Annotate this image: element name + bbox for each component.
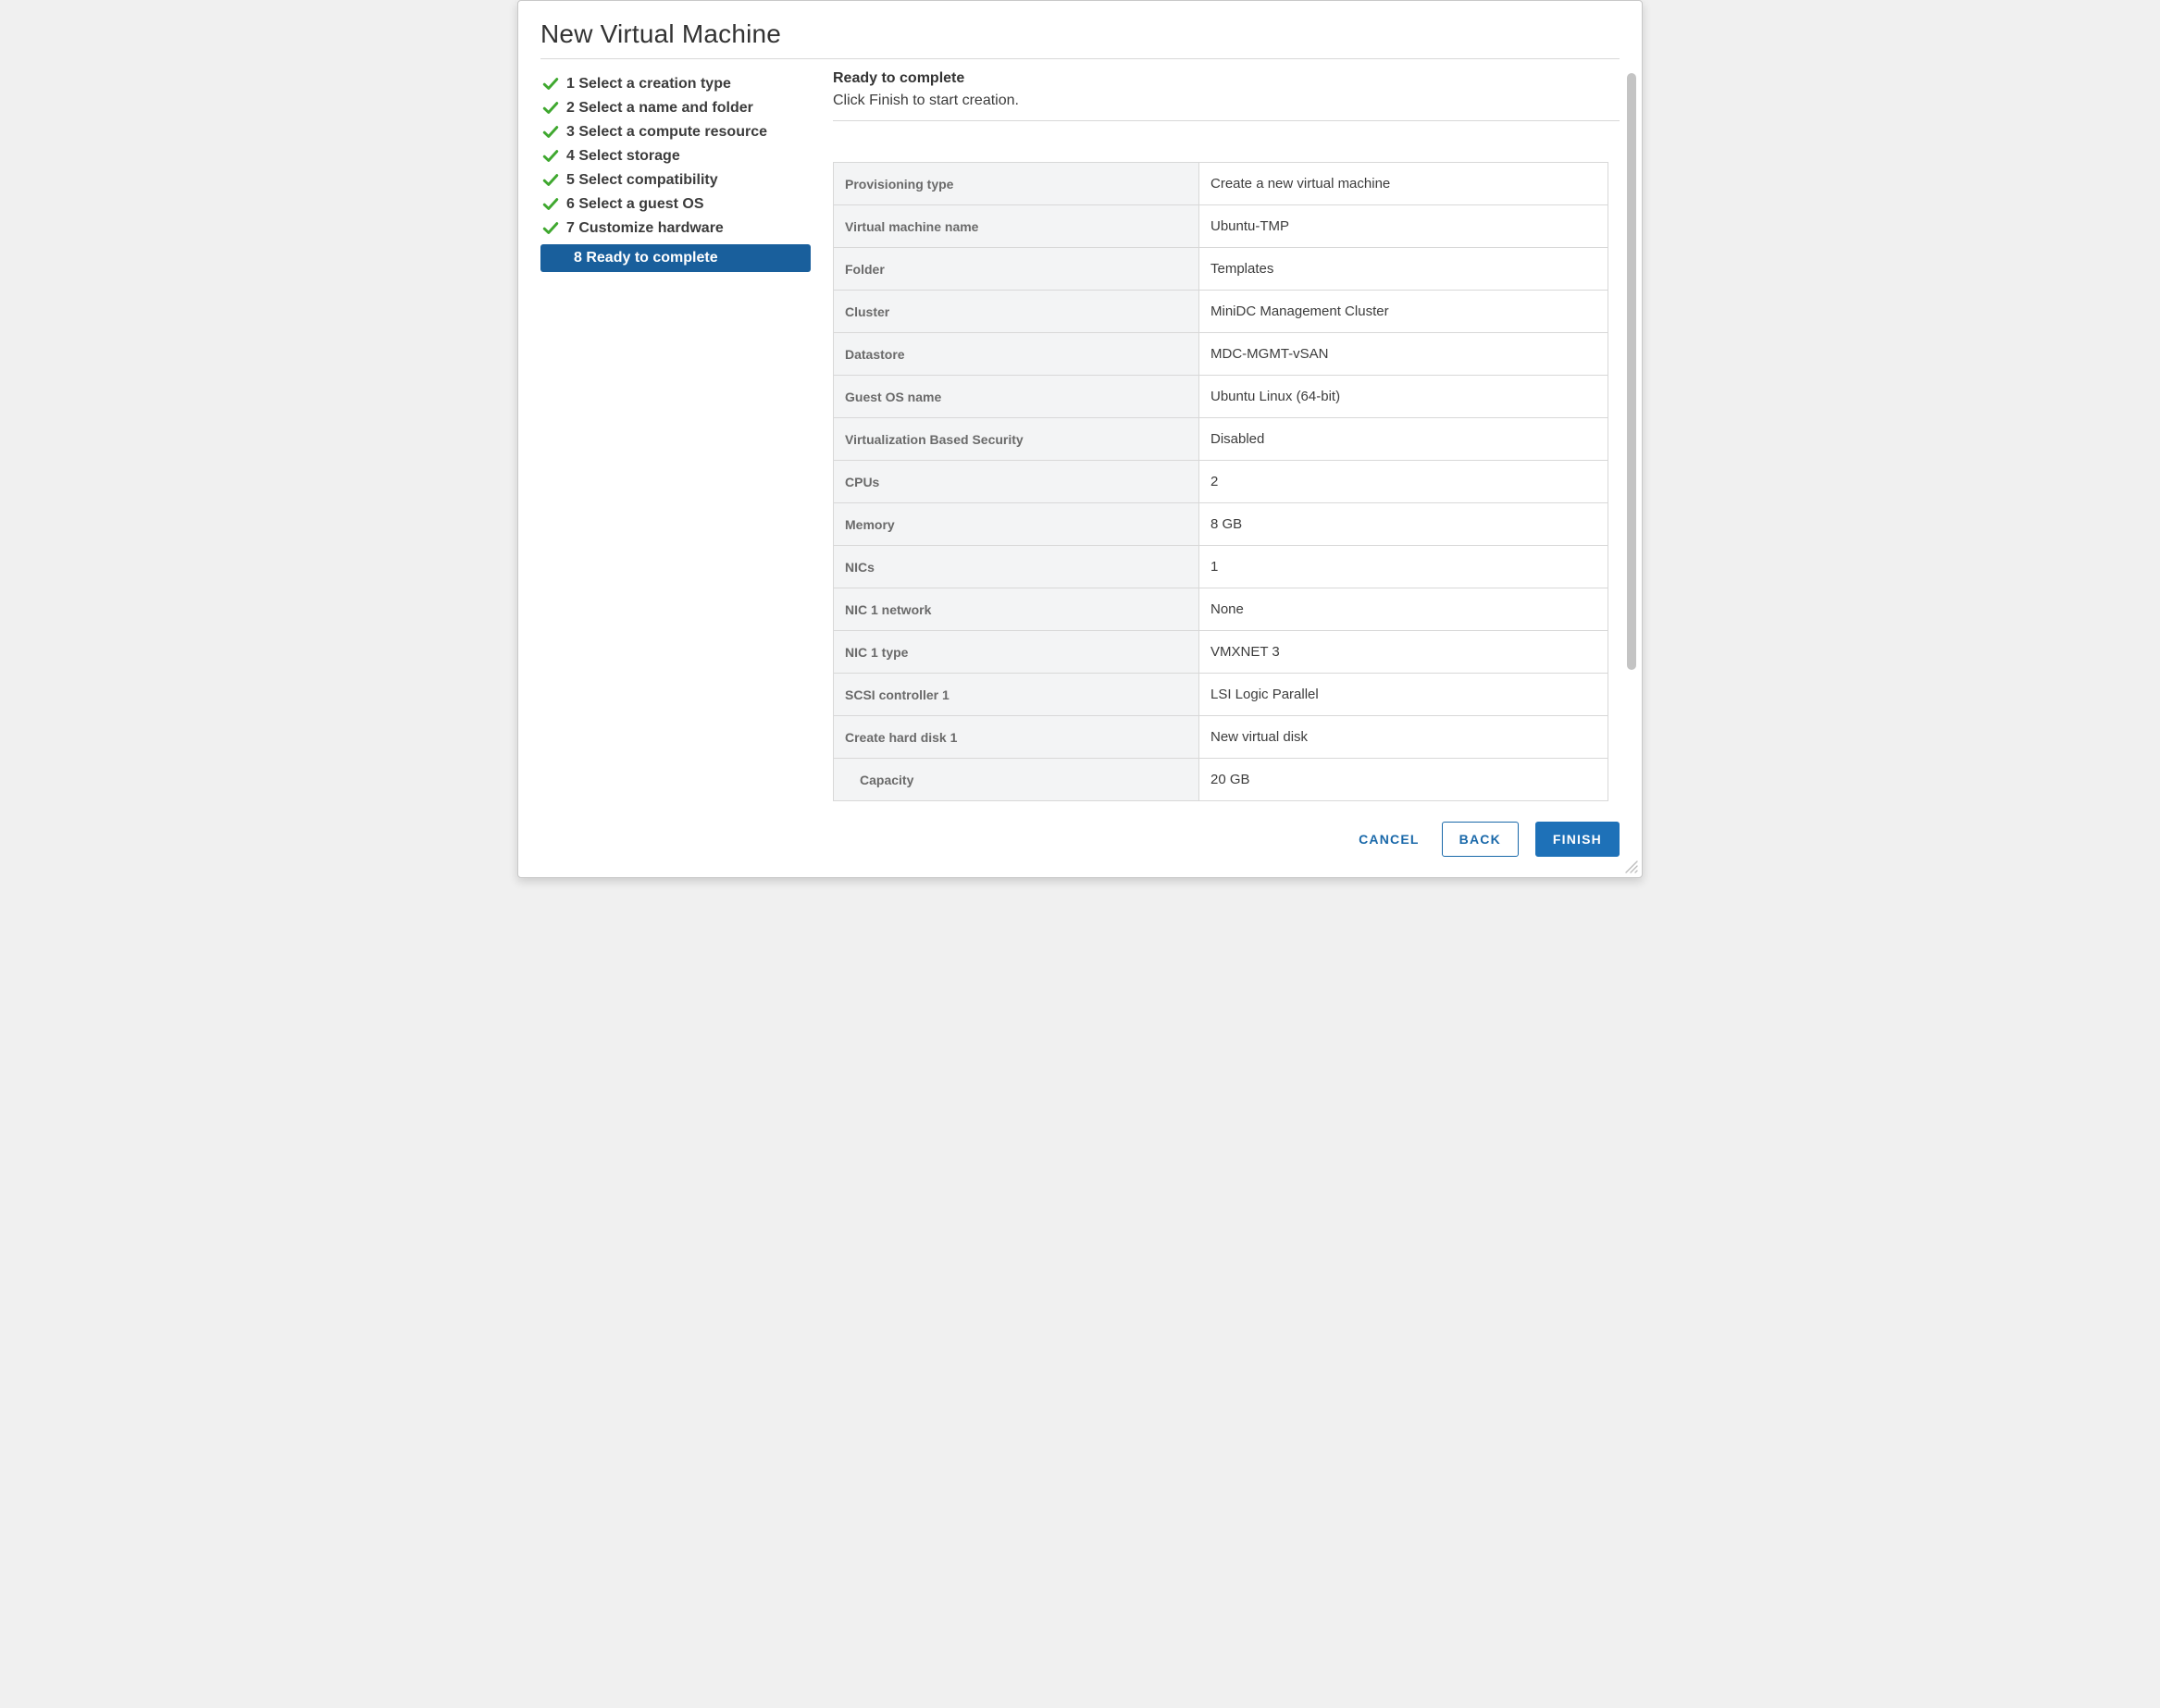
summary-label: Folder bbox=[834, 248, 1199, 291]
summary-value: Disabled bbox=[1199, 418, 1608, 461]
summary-value: Templates bbox=[1199, 248, 1608, 291]
table-row: Memory8 GB bbox=[834, 503, 1608, 546]
summary-label: NICs bbox=[834, 546, 1199, 588]
summary-label: Create hard disk 1 bbox=[834, 716, 1199, 759]
summary-label: SCSI controller 1 bbox=[834, 674, 1199, 716]
check-icon bbox=[542, 124, 559, 141]
dialog-scrollbar[interactable] bbox=[1627, 73, 1636, 801]
spacer bbox=[833, 121, 1608, 162]
scrollbar-thumb[interactable] bbox=[1627, 73, 1636, 670]
dialog-content: 1 Select a creation type 2 Select a name … bbox=[540, 70, 1620, 801]
summary-value: Ubuntu Linux (64-bit) bbox=[1199, 376, 1608, 418]
table-row: SCSI controller 1LSI Logic Parallel bbox=[834, 674, 1608, 716]
table-row: Provisioning typeCreate a new virtual ma… bbox=[834, 163, 1608, 205]
wizard-step-6[interactable]: 6 Select a guest OS bbox=[540, 192, 811, 217]
summary-label: NIC 1 network bbox=[834, 588, 1199, 631]
summary-tbody: Provisioning typeCreate a new virtual ma… bbox=[834, 163, 1608, 801]
table-row: Capacity20 GB bbox=[834, 759, 1608, 801]
summary-value: 1 bbox=[1199, 546, 1608, 588]
finish-button[interactable]: FINISH bbox=[1535, 822, 1620, 857]
check-icon bbox=[542, 196, 559, 213]
summary-value: 2 bbox=[1199, 461, 1608, 503]
summary-value: MiniDC Management Cluster bbox=[1199, 291, 1608, 333]
summary-label: Virtualization Based Security bbox=[834, 418, 1199, 461]
table-row: ClusterMiniDC Management Cluster bbox=[834, 291, 1608, 333]
wizard-step-1[interactable]: 1 Select a creation type bbox=[540, 72, 811, 96]
check-icon bbox=[542, 148, 559, 165]
back-button[interactable]: BACK bbox=[1442, 822, 1519, 857]
cancel-button[interactable]: CANCEL bbox=[1353, 823, 1425, 856]
table-row: Virtual machine nameUbuntu-TMP bbox=[834, 205, 1608, 248]
wizard-panel: Ready to complete Click Finish to start … bbox=[833, 70, 1620, 801]
panel-heading: Ready to complete bbox=[833, 70, 1620, 87]
panel-subheading: Click Finish to start creation. bbox=[833, 93, 1620, 109]
check-icon bbox=[542, 100, 559, 117]
summary-label: Memory bbox=[834, 503, 1199, 546]
table-row: CPUs2 bbox=[834, 461, 1608, 503]
wizard-step-label: 3 Select a compute resource bbox=[566, 124, 767, 141]
wizard-step-label: 7 Customize hardware bbox=[566, 220, 724, 237]
dialog-title: New Virtual Machine bbox=[540, 19, 1620, 49]
wizard-step-3[interactable]: 3 Select a compute resource bbox=[540, 120, 811, 144]
wizard-step-4[interactable]: 4 Select storage bbox=[540, 144, 811, 168]
summary-label: Datastore bbox=[834, 333, 1199, 376]
table-row: NIC 1 networkNone bbox=[834, 588, 1608, 631]
summary-label: NIC 1 type bbox=[834, 631, 1199, 674]
summary-value: MDC-MGMT-vSAN bbox=[1199, 333, 1608, 376]
table-row: NIC 1 typeVMXNET 3 bbox=[834, 631, 1608, 674]
summary-value: None bbox=[1199, 588, 1608, 631]
wizard-step-7[interactable]: 7 Customize hardware bbox=[540, 217, 811, 241]
summary-value: Create a new virtual machine bbox=[1199, 163, 1608, 205]
summary-value: LSI Logic Parallel bbox=[1199, 674, 1608, 716]
summary-value: New virtual disk bbox=[1199, 716, 1608, 759]
table-row: DatastoreMDC-MGMT-vSAN bbox=[834, 333, 1608, 376]
summary-label: Guest OS name bbox=[834, 376, 1199, 418]
dialog-footer: CANCEL BACK FINISH bbox=[518, 801, 1642, 877]
check-icon bbox=[542, 220, 559, 237]
summary-label: Virtual machine name bbox=[834, 205, 1199, 248]
new-vm-dialog: New Virtual Machine 1 Select a creation … bbox=[517, 0, 1643, 878]
wizard-step-label: 8 Ready to complete bbox=[574, 250, 718, 266]
summary-label: Provisioning type bbox=[834, 163, 1199, 205]
resize-handle-icon[interactable] bbox=[1625, 860, 1638, 873]
dialog-body: New Virtual Machine 1 Select a creation … bbox=[518, 1, 1642, 801]
wizard-step-label: 4 Select storage bbox=[566, 148, 680, 165]
wizard-step-8[interactable]: 8 Ready to complete bbox=[540, 244, 811, 272]
summary-value: Ubuntu-TMP bbox=[1199, 205, 1608, 248]
wizard-steps: 1 Select a creation type 2 Select a name … bbox=[540, 70, 811, 801]
table-row: Guest OS nameUbuntu Linux (64-bit) bbox=[834, 376, 1608, 418]
table-row: Virtualization Based SecurityDisabled bbox=[834, 418, 1608, 461]
check-icon bbox=[542, 76, 559, 93]
wizard-step-label: 2 Select a name and folder bbox=[566, 100, 753, 117]
summary-label: Capacity bbox=[834, 759, 1199, 801]
check-icon bbox=[542, 172, 559, 189]
wizard-step-label: 6 Select a guest OS bbox=[566, 196, 704, 213]
summary-value: 8 GB bbox=[1199, 503, 1608, 546]
table-row: FolderTemplates bbox=[834, 248, 1608, 291]
table-row: Create hard disk 1New virtual disk bbox=[834, 716, 1608, 759]
title-divider bbox=[540, 58, 1620, 59]
wizard-step-label: 5 Select compatibility bbox=[566, 172, 718, 189]
panel-scroll[interactable]: Provisioning typeCreate a new virtual ma… bbox=[833, 121, 1620, 801]
summary-table: Provisioning typeCreate a new virtual ma… bbox=[833, 162, 1608, 801]
wizard-step-label: 1 Select a creation type bbox=[566, 76, 731, 93]
table-row: NICs1 bbox=[834, 546, 1608, 588]
summary-label: CPUs bbox=[834, 461, 1199, 503]
wizard-step-5[interactable]: 5 Select compatibility bbox=[540, 168, 811, 192]
summary-label: Cluster bbox=[834, 291, 1199, 333]
summary-value: VMXNET 3 bbox=[1199, 631, 1608, 674]
wizard-step-2[interactable]: 2 Select a name and folder bbox=[540, 96, 811, 120]
panel-header: Ready to complete Click Finish to start … bbox=[833, 70, 1620, 120]
summary-value: 20 GB bbox=[1199, 759, 1608, 801]
